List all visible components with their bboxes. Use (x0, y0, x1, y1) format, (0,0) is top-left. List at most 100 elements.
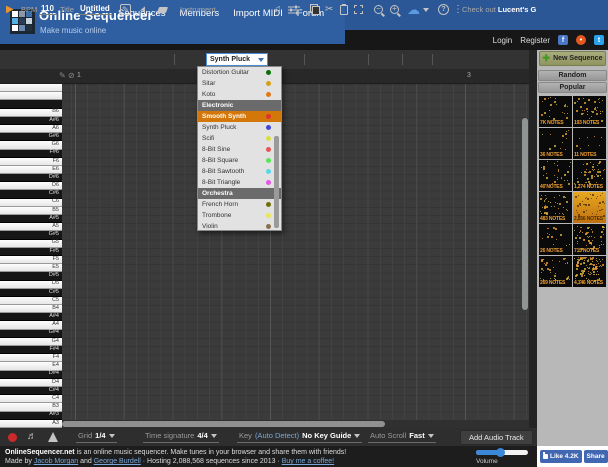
note-grid[interactable] (62, 84, 529, 420)
piano-key-b4[interactable]: B4 (0, 305, 62, 313)
buy-coffee-link[interactable]: Buy me a coffee! (282, 458, 334, 465)
horizontal-scrollbar[interactable] (62, 420, 529, 428)
piano-key-ds6[interactable]: D#6 (0, 174, 62, 182)
auto-scroll-select[interactable]: Auto Scroll Fast (368, 431, 436, 443)
sequence-thumbnail[interactable]: 4,146 NOTES (573, 256, 606, 287)
grid-select[interactable]: Grid 1/4 (76, 431, 117, 443)
facebook-share-button[interactable]: Share (584, 450, 608, 463)
dropdown-item-smooth-synth[interactable]: Smooth Synth (198, 111, 281, 122)
dropdown-item-8-bit-square[interactable]: 8-Bit Square (198, 155, 281, 166)
dropdown-item-scifi[interactable]: Scifi (198, 133, 281, 144)
sequence-thumbnail[interactable]: 269 NOTES (539, 256, 572, 287)
volume-slider[interactable] (476, 450, 528, 455)
piano-key-fs4[interactable]: F#4 (0, 346, 62, 354)
dropdown-item-violin[interactable]: Violin (198, 221, 281, 231)
draw-tool-icon[interactable]: ✎ (120, 4, 131, 15)
dropdown-item-koto[interactable]: Koto (198, 89, 281, 100)
vertical-scrollbar[interactable] (521, 84, 529, 420)
piano-key-g5[interactable]: G5 (0, 240, 62, 248)
sequence-thumbnail[interactable]: 483 NOTES (539, 192, 572, 223)
piano-key-f6[interactable]: F6 (0, 158, 62, 166)
midi-input-icon[interactable]: ♬ (27, 432, 37, 442)
dropdown-item-trombone[interactable]: Trombone (198, 210, 281, 221)
dropdown-item-8-bit-sawtooth[interactable]: 8-Bit Sawtooth (198, 166, 281, 177)
piano-key-cs4[interactable]: C#4 (0, 387, 62, 395)
piano-key-fs6[interactable]: F#6 (0, 150, 62, 158)
piano-key-fs5[interactable]: F#5 (0, 248, 62, 256)
piano-key-as6[interactable]: A#6 (0, 117, 62, 125)
piano-key-as3[interactable]: A#3 (0, 412, 62, 420)
random-button[interactable]: Random (538, 70, 607, 81)
bpm-input[interactable]: 110 (39, 4, 56, 15)
disable-mode-icon[interactable]: ⊘ (68, 72, 75, 80)
eraser-tool-icon[interactable] (157, 7, 168, 13)
sequence-thumbnail[interactable]: 40 NOTES (539, 160, 572, 191)
jacob-morgan-link[interactable]: Jacob Morgan (34, 458, 78, 465)
record-button[interactable] (8, 433, 17, 442)
piano-key-b3[interactable]: B3 (0, 403, 62, 411)
metronome-icon[interactable] (48, 432, 58, 442)
reddit-icon[interactable]: • (576, 35, 586, 45)
piano-key-a6[interactable]: A6 (0, 125, 62, 133)
guide-banner[interactable]: Check out Lucent's Guide (462, 5, 536, 14)
piano-key-e5[interactable]: E5 (0, 264, 62, 272)
cloud-save-icon[interactable]: ☁ (407, 3, 420, 16)
sequence-thumbnail[interactable]: 11 NOTES (573, 128, 606, 159)
piano-key-b6[interactable]: B6 (0, 109, 62, 117)
register-link[interactable]: Register (520, 36, 550, 45)
sequence-thumbnail[interactable]: 193 NOTES (573, 96, 606, 127)
george-burdell-link[interactable]: George Burdell (94, 458, 141, 465)
vertical-scrollbar-thumb[interactable] (522, 118, 528, 310)
pencil-mode-icon[interactable]: ✎ (59, 72, 66, 80)
new-sequence-button[interactable]: ✚ New Sequence (539, 51, 606, 66)
piano-key-e6[interactable]: E6 (0, 166, 62, 174)
piano-key-cs6[interactable]: C#6 (0, 190, 62, 198)
piano-key-gs5[interactable]: G#5 (0, 231, 62, 239)
piano-key-e4[interactable]: E4 (0, 362, 62, 370)
key-guide-select[interactable]: Key (Auto Detect) No Key Guide (237, 431, 362, 443)
title-input[interactable]: Untitled (78, 4, 112, 15)
save-menu-caret-icon[interactable] (423, 8, 429, 12)
piano-key-d4[interactable]: D4 (0, 379, 62, 387)
piano-key-as4[interactable]: A#4 (0, 313, 62, 321)
time-signature-select[interactable]: Time signature 4/4 (143, 431, 219, 443)
auto-detect-link[interactable]: (Auto Detect) (255, 431, 299, 440)
instrument-select[interactable]: Synth Pluck (206, 53, 268, 66)
piano-key-c6[interactable]: C6 (0, 199, 62, 207)
dropdown-item-8-bit-triangle[interactable]: 8-Bit Triangle (198, 177, 281, 188)
sequence-thumbnail[interactable]: 715 NOTES (573, 224, 606, 255)
dropdown-scrollbar-thumb[interactable] (274, 136, 279, 228)
play-button[interactable]: ▶ (6, 5, 14, 15)
login-link[interactable]: Login (493, 36, 513, 45)
piano-key-b5[interactable]: B5 (0, 207, 62, 215)
dropdown-item-8-bit-sine[interactable]: 8-Bit Sine (198, 144, 281, 155)
dropdown-item-sitar[interactable]: Sitar (198, 78, 281, 89)
piano-key-d6[interactable]: D6 (0, 182, 62, 190)
sequence-thumbnail[interactable]: 36 NOTES (539, 128, 572, 159)
add-audio-track-button[interactable]: Add Audio Track (460, 430, 533, 445)
facebook-like-button[interactable]: Like 4.2K (540, 450, 582, 463)
piano-key-gs6[interactable]: G#6 (0, 133, 62, 141)
cut-icon[interactable]: ✂ (325, 5, 333, 15)
help-icon[interactable]: ? (438, 4, 449, 15)
piano-panel-icon[interactable]: ♫ (274, 5, 282, 15)
piano-key-as5[interactable]: A#5 (0, 215, 62, 223)
facebook-icon[interactable]: f (558, 35, 568, 45)
piano-key[interactable] (0, 100, 62, 108)
twitter-icon[interactable]: t (594, 35, 604, 45)
piano-key-a3[interactable]: A3 (0, 420, 62, 428)
dropdown-item-distortion-guitar[interactable]: Distortion Guitar (198, 67, 281, 78)
piano-key-gs4[interactable]: G#4 (0, 330, 62, 338)
piano-key-f5[interactable]: F5 (0, 256, 62, 264)
zoom-in-icon[interactable]: + (390, 5, 399, 14)
horizontal-scrollbar-thumb[interactable] (62, 421, 385, 427)
piano-key-g6[interactable]: G6 (0, 141, 62, 149)
piano-key-cs5[interactable]: C#5 (0, 289, 62, 297)
piano-key-c4[interactable]: C4 (0, 395, 62, 403)
piano-key-a5[interactable]: A5 (0, 223, 62, 231)
popular-button[interactable]: Popular (538, 82, 607, 93)
piano-key-c5[interactable]: C5 (0, 297, 62, 305)
piano-key-f4[interactable]: F4 (0, 354, 62, 362)
copy-icon[interactable] (310, 4, 320, 15)
zoom-out-icon[interactable]: − (374, 5, 383, 14)
